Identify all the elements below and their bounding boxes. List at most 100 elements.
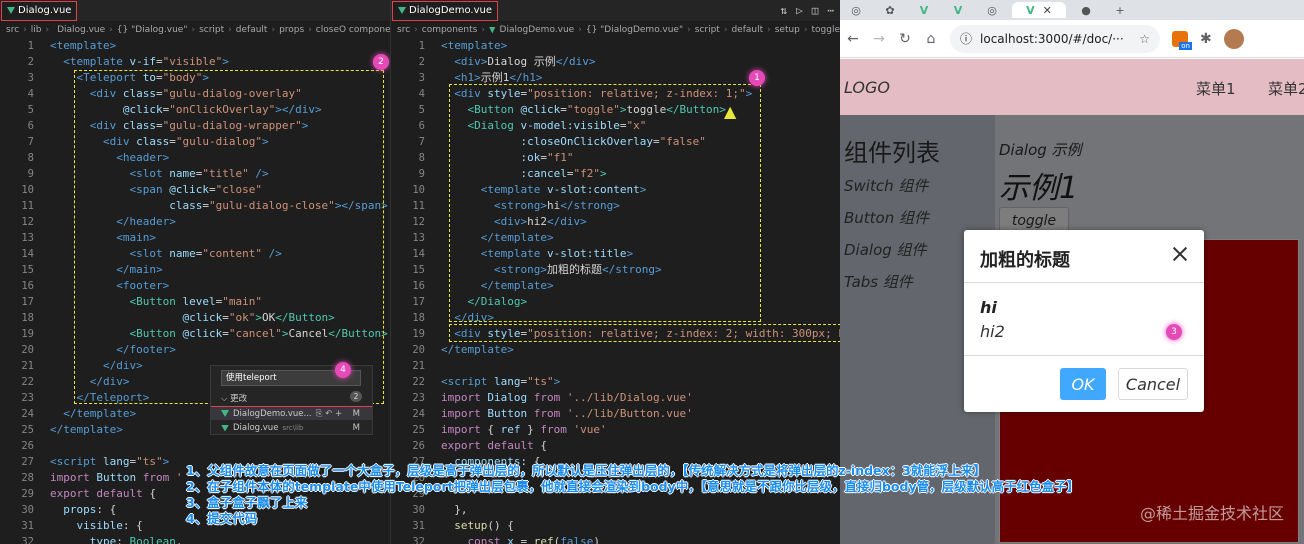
- back-icon[interactable]: ←: [846, 31, 860, 47]
- code-line[interactable]: 32 const x = ref(false): [391, 534, 840, 544]
- split-editor-icon[interactable]: ◫: [812, 4, 819, 17]
- extension-icon[interactable]: on: [1172, 30, 1192, 50]
- code-line[interactable]: 2 <template v-if="visible">: [0, 54, 390, 70]
- code-line[interactable]: 18 </div>: [391, 310, 840, 326]
- code-line[interactable]: 5 @click="onClickOverlay"></div>: [0, 102, 390, 118]
- code-line[interactable]: 26: [0, 438, 390, 454]
- code-line[interactable]: 11 class="gulu-dialog-close"></span>: [0, 198, 390, 214]
- code-line[interactable]: 9 <slot name="title" />: [0, 166, 390, 182]
- breadcrumb-item[interactable]: src: [6, 25, 19, 35]
- browser-tab-active[interactable]: V ✕: [1012, 2, 1066, 18]
- code-line[interactable]: 13 </template>: [391, 230, 840, 246]
- changed-file-item[interactable]: Dialog.vue src\lib M: [211, 421, 372, 435]
- code-line[interactable]: 8 <header>: [0, 150, 390, 166]
- browser-tab-vue[interactable]: V: [910, 2, 938, 18]
- code-line[interactable]: 10 <span @click="close": [0, 182, 390, 198]
- code-line[interactable]: 3 <Teleport to="body">: [0, 70, 390, 86]
- breadcrumb-item[interactable]: props: [279, 25, 304, 35]
- browser-tab-github[interactable]: ●: [1072, 2, 1100, 18]
- code-line[interactable]: 6 <div class="gulu-dialog-wrapper">: [0, 118, 390, 134]
- breadcrumb-item[interactable]: script: [199, 25, 224, 35]
- code-line[interactable]: 20 </footer>: [0, 342, 390, 358]
- code-line[interactable]: 9 :cancel="f2">: [391, 166, 840, 182]
- extensions-puzzle-icon[interactable]: ✱: [1200, 31, 1212, 47]
- code-line[interactable]: 8 :ok="f1": [391, 150, 840, 166]
- breadcrumb-item[interactable]: src: [397, 25, 410, 35]
- changed-file-item[interactable]: DialogDemo.vue... ⎘ ↶ + M: [211, 406, 372, 420]
- browser-tab-globe[interactable]: ◎: [978, 2, 1006, 18]
- breadcrumb-item[interactable]: script: [695, 25, 720, 35]
- browser-tab-vue[interactable]: V: [944, 2, 972, 18]
- code-line[interactable]: 20 </template>: [391, 342, 840, 358]
- code-line[interactable]: 6 <Dialog v-model:visible="x": [391, 118, 840, 134]
- breadcrumb-item[interactable]: closeO components: [316, 25, 390, 35]
- code-line[interactable]: 23 import Dialog from '../lib/Dialog.vue': [391, 390, 840, 406]
- code-line[interactable]: 18 @click="ok">OK</Button>: [0, 310, 390, 326]
- breadcrumb-item[interactable]: lib: [31, 25, 42, 35]
- address-bar[interactable]: ⓘ localhost:3000/#/doc/··· ☆: [950, 24, 1160, 53]
- code-line[interactable]: 17 <Button level="main": [0, 294, 390, 310]
- code-line[interactable]: 7 :closeOnClickOverlay="false": [391, 134, 840, 150]
- code-line[interactable]: 26 export default {: [391, 438, 840, 454]
- close-tab-icon[interactable]: ✕: [1043, 4, 1052, 17]
- changes-group-label[interactable]: ⌵ 更改: [221, 392, 247, 404]
- reload-icon[interactable]: ↻: [898, 31, 912, 47]
- tab-dialogdemo-vue[interactable]: DialogDemo.vue: [392, 0, 498, 21]
- breadcrumb-item[interactable]: components: [422, 25, 478, 35]
- breadcrumb-item[interactable]: Dialog.vue: [57, 25, 105, 35]
- code-line[interactable]: 14 <slot name="content" />: [0, 246, 390, 262]
- code-line[interactable]: 17 </Dialog>: [391, 294, 840, 310]
- more-actions-icon[interactable]: ⋯: [827, 4, 834, 17]
- code-line[interactable]: 10 <template v-slot:content>: [391, 182, 840, 198]
- breadcrumb-item[interactable]: default: [731, 25, 763, 35]
- source-control-icon[interactable]: ⇅: [781, 4, 788, 17]
- code-line[interactable]: 4 <div style="position: relative; z-inde…: [391, 86, 840, 102]
- code-line[interactable]: 1 <template>: [391, 38, 840, 54]
- tab-dialog-vue[interactable]: Dialog.vue: [1, 0, 78, 21]
- cancel-button[interactable]: Cancel: [1118, 368, 1188, 400]
- code-line[interactable]: 15 <strong>加粗的标题</strong>: [391, 262, 840, 278]
- code-line[interactable]: 11 <strong>hi</strong>: [391, 198, 840, 214]
- browser-tab-paw[interactable]: ✿: [876, 2, 904, 18]
- code-line[interactable]: 7 <div class="gulu-dialog">: [0, 134, 390, 150]
- close-icon[interactable]: [1170, 244, 1190, 264]
- file-action-icons[interactable]: ⎘ ↶ +: [316, 409, 342, 419]
- code-line[interactable]: 16 </template>: [391, 278, 840, 294]
- code-line[interactable]: 5 <Button @click="toggle">toggle</Button…: [391, 102, 840, 118]
- code-line[interactable]: 19 <div style="position: relative; z-ind…: [391, 326, 840, 342]
- breadcrumb-item[interactable]: toggle: [812, 25, 841, 35]
- bookmark-star-icon[interactable]: ☆: [1139, 32, 1150, 46]
- code-line[interactable]: 12 </header>: [0, 214, 390, 230]
- code-line[interactable]: 4 <div class="gulu-dialog-overlay": [0, 86, 390, 102]
- new-tab-button[interactable]: +: [1106, 2, 1134, 18]
- code-line[interactable]: 22 <script lang="ts">: [391, 374, 840, 390]
- avatar[interactable]: [1223, 28, 1244, 49]
- code-line[interactable]: 21: [391, 358, 840, 374]
- menu-item-2[interactable]: 菜单2: [1268, 78, 1304, 99]
- code-line[interactable]: 32 type: Boolean,: [0, 534, 390, 544]
- code-line[interactable]: 19 <Button @click="cancel">Cancel</Butto…: [0, 326, 390, 342]
- code-line[interactable]: 2 <div>Dialog 示例</div>: [391, 54, 840, 70]
- home-icon[interactable]: ⌂: [924, 31, 938, 47]
- forward-icon[interactable]: →: [872, 31, 886, 47]
- breadcrumb-item[interactable]: {} "DialogDemo.vue": [586, 25, 683, 35]
- code-line[interactable]: 1 <template>: [0, 38, 390, 54]
- code-line[interactable]: 3 <h1>示例1</h1>: [391, 70, 840, 86]
- breadcrumb-item[interactable]: setup: [775, 25, 800, 35]
- breadcrumb-item[interactable]: default: [236, 25, 268, 35]
- ok-button[interactable]: OK: [1060, 368, 1106, 400]
- browser-tab-globe[interactable]: ◎: [842, 2, 870, 18]
- menu-item-1[interactable]: 菜单1: [1196, 78, 1236, 99]
- code-line[interactable]: 12 <div>hi2</div>: [391, 214, 840, 230]
- run-icon[interactable]: ▷: [796, 4, 803, 17]
- code-line[interactable]: 16 <footer>: [0, 278, 390, 294]
- code-line[interactable]: 14 <template v-slot:title>: [391, 246, 840, 262]
- code-line[interactable]: 24 import Button from '../lib/Button.vue': [391, 406, 840, 422]
- breadcrumb-item[interactable]: DialogDemo.vue: [500, 25, 575, 35]
- code-line[interactable]: 13 <main>: [0, 230, 390, 246]
- code-line[interactable]: 15 </main>: [0, 262, 390, 278]
- code-line[interactable]: 25 import { ref } from 'vue': [391, 422, 840, 438]
- breadcrumb-item[interactable]: {} "Dialog.vue": [117, 25, 188, 35]
- logo[interactable]: LOGO: [844, 78, 890, 97]
- info-icon[interactable]: ⓘ: [960, 30, 972, 47]
